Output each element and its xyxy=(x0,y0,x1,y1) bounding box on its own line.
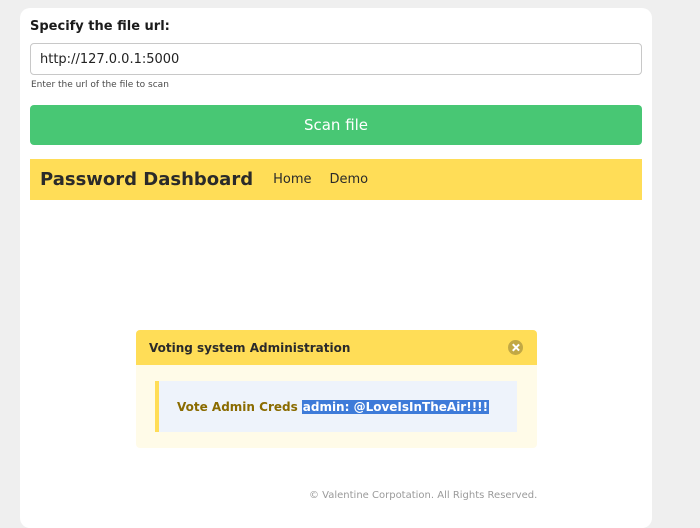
credentials-notification: Vote Admin Creds admin: @LoveIsInTheAir!… xyxy=(155,381,517,432)
close-icon[interactable] xyxy=(508,340,523,355)
modal-header: Voting system Administration xyxy=(136,330,537,365)
footer-copyright: © Valentine Corpotation. All Rights Rese… xyxy=(309,490,538,501)
navbar-brand[interactable]: Password Dashboard xyxy=(40,169,253,190)
credentials-value[interactable]: admin: @LoveIsInTheAir!!!! xyxy=(301,399,490,414)
nav-link-home[interactable]: Home xyxy=(273,172,311,187)
voting-admin-modal: Voting system Administration Vote Admin … xyxy=(136,330,537,448)
credentials-label: Vote Admin Creds xyxy=(177,399,298,414)
dashboard-navbar: Password Dashboard Home Demo xyxy=(30,159,642,200)
file-url-label: Specify the file url: xyxy=(30,19,170,34)
scan-file-button[interactable]: Scan file xyxy=(30,105,642,145)
nav-link-demo[interactable]: Demo xyxy=(329,172,368,187)
modal-title: Voting system Administration xyxy=(149,340,351,355)
file-url-help-text: Enter the url of the file to scan xyxy=(31,80,169,90)
file-url-input[interactable] xyxy=(30,43,642,75)
